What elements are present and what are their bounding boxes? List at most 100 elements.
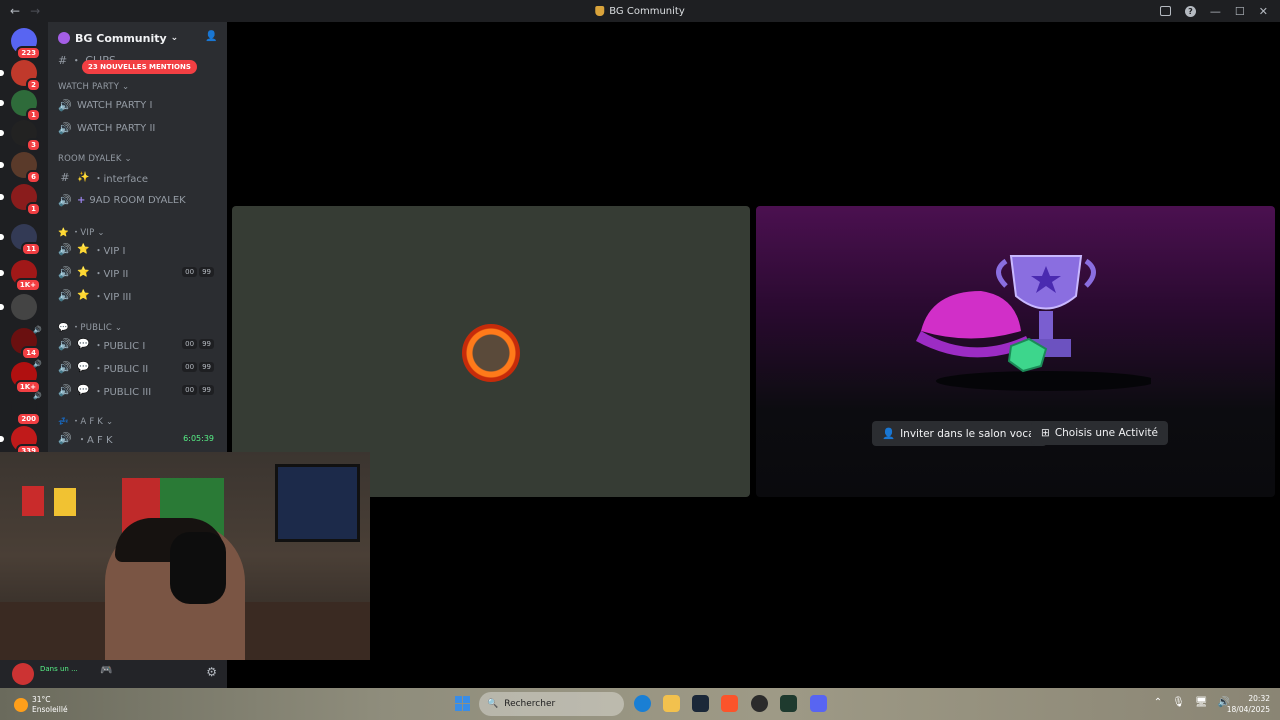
clock-time: 20:32 bbox=[1248, 694, 1270, 703]
wall-jersey bbox=[54, 488, 76, 516]
voice-status: Dans un ... bbox=[40, 665, 78, 673]
app-icon[interactable] bbox=[780, 695, 797, 712]
server-icon-9[interactable] bbox=[0, 294, 37, 320]
category-afk[interactable]: 💤 ・A F K ⌄ bbox=[58, 415, 113, 427]
channel-public-2[interactable]: 🔊 💬 ・PUBLIC II 00 99 bbox=[58, 358, 218, 376]
server-icon-4[interactable]: 3 bbox=[0, 120, 41, 152]
category-vip[interactable]: ⭐ ・VIP ⌄ bbox=[58, 226, 105, 238]
speaker-icon: 🔊 bbox=[58, 383, 72, 397]
unread-badge: 3 bbox=[26, 138, 41, 152]
channel-public-3[interactable]: 🔊 💬 ・PUBLIC III 00 99 bbox=[58, 381, 218, 399]
user-avatar[interactable] bbox=[12, 663, 34, 685]
unread-badge: 6 bbox=[26, 170, 41, 184]
add-user-icon: 👤 bbox=[882, 428, 896, 440]
server-icon bbox=[595, 6, 605, 16]
unread-pip bbox=[0, 270, 4, 276]
speech-bubble-icon: 💬 bbox=[77, 361, 90, 373]
title-bar: ← → BG Community ? — ☐ ✕ bbox=[0, 0, 1280, 22]
server-icon-7[interactable]: 11 bbox=[0, 224, 41, 256]
speaker-icon: 🔊 bbox=[58, 265, 72, 279]
maximize-button[interactable]: ☐ bbox=[1235, 5, 1245, 18]
forward-arrow-icon[interactable]: → bbox=[30, 4, 40, 18]
clock-date: 18/04/2025 bbox=[1226, 705, 1270, 714]
search-icon: 🔍 bbox=[487, 699, 499, 709]
add-user-icon[interactable]: 👤 bbox=[205, 31, 217, 43]
server-dm-home[interactable]: 223 bbox=[11, 28, 41, 60]
invite-to-voice-button[interactable]: 👤 Inviter dans le salon vocal bbox=[872, 421, 1048, 446]
inbox-icon[interactable] bbox=[1159, 6, 1171, 16]
help-icon[interactable]: ? bbox=[1184, 5, 1196, 17]
channel-vip-3[interactable]: 🔊 ⭐ ・VIP III bbox=[58, 286, 218, 304]
gear-icon[interactable]: ⚙ bbox=[206, 665, 217, 679]
brave-icon[interactable] bbox=[721, 695, 738, 712]
category-label: ROOM DYALEK bbox=[58, 154, 122, 164]
webcam-overlay bbox=[0, 452, 370, 660]
category-public[interactable]: 💬 ・PUBLIC ⌄ bbox=[58, 321, 122, 333]
channel-afk[interactable]: 🔊 ・A F K 6:05:39 bbox=[58, 429, 218, 447]
chevron-up-icon[interactable]: ⌃ bbox=[1154, 697, 1162, 708]
user-limit: 00 99 bbox=[182, 362, 214, 372]
channel-interface[interactable]: # ✨ ・interface bbox=[58, 168, 218, 186]
speaker-icon: 🔊 bbox=[33, 326, 42, 334]
discord-icon[interactable] bbox=[810, 695, 827, 712]
server-icon-12[interactable]: 🔊 200 bbox=[11, 392, 42, 426]
zzz-icon: 💤 bbox=[58, 417, 69, 427]
server-icon-8[interactable]: 1K+ bbox=[0, 260, 41, 292]
server-icon-11[interactable]: 🔊 1K+ bbox=[11, 360, 42, 394]
channel-vip-2[interactable]: 🔊 ⭐ ・VIP II 00 99 bbox=[58, 263, 218, 281]
new-mentions-pill[interactable]: 23 NOUVELLES MENTIONS bbox=[82, 60, 197, 74]
speaker-icon: 🔊 bbox=[58, 288, 72, 302]
back-arrow-icon[interactable]: ← bbox=[10, 4, 20, 18]
edge-icon[interactable] bbox=[634, 695, 651, 712]
server-header[interactable]: BG Community ⌄ 👤 bbox=[48, 22, 227, 54]
channel-vip-1[interactable]: 🔊 ⭐ ・VIP I bbox=[58, 240, 218, 258]
unread-badge: 1K+ bbox=[14, 278, 41, 292]
unread-pip bbox=[0, 194, 4, 200]
headphones bbox=[170, 532, 226, 604]
server-icon-6[interactable]: 1 bbox=[0, 184, 41, 216]
speaker-icon: 🔊 bbox=[33, 392, 42, 400]
channel-label: ・PUBLIC III bbox=[93, 386, 152, 398]
weather-label: Ensoleillé bbox=[32, 705, 68, 714]
choose-activity-button[interactable]: ⊞ Choisis une Activité bbox=[1031, 421, 1168, 445]
server-icon-10[interactable]: 🔊 14 bbox=[11, 326, 42, 360]
temperature: 31°C bbox=[32, 695, 51, 704]
category-room-dyalek[interactable]: ROOM DYALEK ⌄ bbox=[58, 154, 132, 164]
wall-jersey bbox=[22, 486, 44, 516]
button-label: Choisis une Activité bbox=[1054, 427, 1158, 439]
user-panel: Dans un ... 🎮 ⚙ bbox=[0, 660, 227, 688]
channel-label: ・PUBLIC I bbox=[93, 340, 146, 352]
weather-widget[interactable]: 31°C Ensoleillé bbox=[14, 695, 68, 715]
server-icon-13[interactable]: 339 bbox=[0, 426, 41, 458]
category-watch-party[interactable]: WATCH PARTY ⌄ bbox=[58, 82, 129, 92]
hash-icon: # bbox=[60, 170, 70, 184]
speaker-icon: 🔊 bbox=[58, 98, 72, 112]
speaker-icon: 🔊 bbox=[58, 337, 72, 351]
microphone-icon[interactable]: 🎙 bbox=[1172, 697, 1185, 708]
file-explorer-icon[interactable] bbox=[663, 695, 680, 712]
server-icon-5[interactable]: 6 bbox=[0, 152, 41, 184]
server-icon-3[interactable]: 1 bbox=[0, 90, 41, 122]
category-label: ・A F K bbox=[71, 417, 104, 427]
channel-public-1[interactable]: 🔊 💬 ・PUBLIC I 00 99 bbox=[58, 335, 218, 353]
obs-icon[interactable] bbox=[751, 695, 768, 712]
channel-label: WATCH PARTY II bbox=[77, 122, 156, 134]
network-icon[interactable]: 🖥 bbox=[1195, 697, 1208, 708]
speaker-icon: 🔊 bbox=[58, 121, 72, 135]
close-button[interactable]: ✕ bbox=[1259, 5, 1268, 18]
unread-pip bbox=[0, 100, 4, 106]
windows-start-icon[interactable] bbox=[455, 696, 470, 711]
search-box[interactable]: 🔍 Rechercher bbox=[479, 692, 624, 716]
window-title: BG Community bbox=[595, 6, 685, 17]
channel-watch-party-2[interactable]: 🔊 WATCH PARTY II bbox=[58, 119, 218, 137]
server-name: BG Community bbox=[75, 31, 167, 45]
channel-room-dyalek[interactable]: 🔊 + 9AD ROOM DYALEK bbox=[58, 191, 218, 209]
channel-watch-party-1[interactable]: 🔊 WATCH PARTY I bbox=[58, 96, 218, 114]
server-icon-2[interactable]: 2 bbox=[0, 60, 41, 92]
gamepad-icon[interactable]: 🎮 bbox=[100, 665, 112, 676]
minimize-button[interactable]: — bbox=[1210, 5, 1221, 18]
clock[interactable]: 20:32 18/04/2025 bbox=[1227, 693, 1270, 715]
plus-icon: + bbox=[77, 194, 86, 206]
star-icon: ⭐ bbox=[77, 289, 90, 301]
steam-icon[interactable] bbox=[692, 695, 709, 712]
